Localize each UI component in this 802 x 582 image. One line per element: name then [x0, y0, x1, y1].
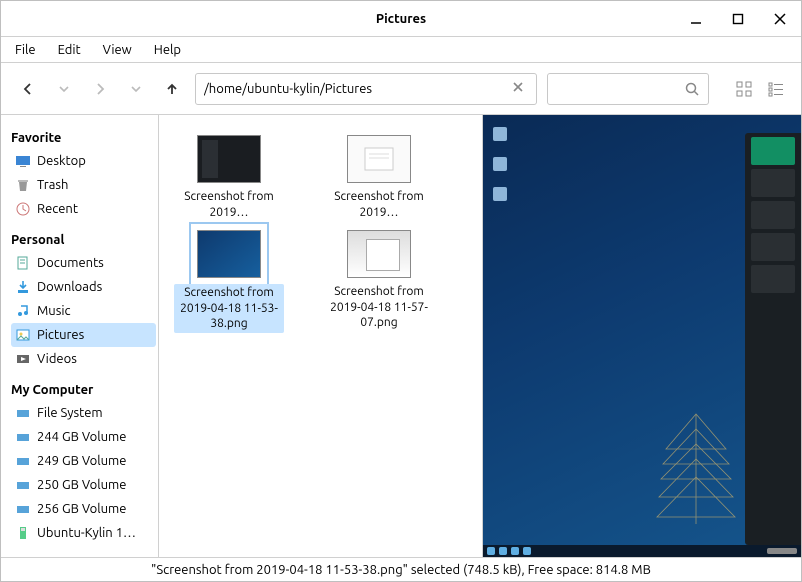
sidebar-heading-favorite: Favorite: [11, 131, 156, 145]
preview-taskbar: [483, 545, 801, 557]
documents-icon: [15, 255, 31, 271]
forward-history-button[interactable]: [123, 76, 149, 102]
sidebar-item-label: Desktop: [37, 154, 86, 168]
sidebar-item-recent[interactable]: Recent: [11, 197, 156, 221]
icon-view-button[interactable]: [733, 78, 755, 100]
sidebar-item-label: Recent: [37, 202, 78, 216]
file-label: Screenshot from 2019…: [324, 189, 434, 220]
drive-icon: [15, 477, 31, 493]
file-label: Screenshot from 2019-04-18 11-57-07.png: [324, 284, 434, 331]
sidebar-item-label: Pictures: [37, 328, 84, 342]
sidebar-item-label: 244 GB Volume: [37, 430, 126, 444]
search-input[interactable]: [547, 73, 709, 105]
sidebar-item-music[interactable]: Music: [11, 299, 156, 323]
path-input[interactable]: [204, 82, 508, 96]
sidebar-item-documents[interactable]: Documents: [11, 251, 156, 275]
sidebar-item-videos[interactable]: Videos: [11, 347, 156, 371]
sidebar-item-volume-249[interactable]: 249 GB Volume: [11, 449, 156, 473]
file-label: Screenshot from 2019-04-18 11-53-38.png: [174, 284, 284, 333]
sidebar-heading-personal: Personal: [11, 233, 156, 247]
sidebar-item-label: Music: [37, 304, 71, 318]
file-thumbnail: [347, 230, 411, 278]
sidebar-item-pictures[interactable]: Pictures: [11, 323, 156, 347]
file-tile[interactable]: Screenshot from 2019…: [319, 135, 439, 220]
sidebar-item-filesystem[interactable]: File System: [11, 401, 156, 425]
back-history-button[interactable]: [51, 76, 77, 102]
preview-side-panel: [745, 133, 801, 545]
sidebar-item-ubuntu-kylin[interactable]: Ubuntu-Kylin 1…: [11, 521, 156, 545]
sidebar-item-label: 249 GB Volume: [37, 454, 126, 468]
sidebar-item-label: 250 GB Volume: [37, 478, 126, 492]
titlebar: Pictures: [1, 1, 801, 37]
file-tile[interactable]: Screenshot from 2019…: [169, 135, 289, 220]
usb-icon: [15, 525, 31, 541]
sidebar-item-label: Trash: [37, 178, 68, 192]
sidebar-item-label: Ubuntu-Kylin 1…: [37, 526, 136, 540]
sidebar-item-trash[interactable]: Trash: [11, 173, 156, 197]
sidebar-item-volume-244[interactable]: 244 GB Volume: [11, 425, 156, 449]
sidebar-item-label: File System: [37, 406, 103, 420]
sidebar-item-volume-256[interactable]: 256 GB Volume: [11, 497, 156, 521]
file-thumbnail: [347, 135, 411, 183]
toolbar: [1, 63, 801, 115]
sidebar-item-label: Videos: [37, 352, 77, 366]
preview-pane: [483, 115, 801, 557]
drive-icon: [15, 501, 31, 517]
drive-icon: [15, 405, 31, 421]
status-bar: "Screenshot from 2019-04-18 11-53-38.png…: [1, 557, 801, 581]
menu-file[interactable]: File: [5, 39, 46, 61]
trash-icon: [15, 177, 31, 193]
menu-edit[interactable]: Edit: [48, 39, 91, 61]
pictures-icon: [15, 327, 31, 343]
back-button[interactable]: [15, 76, 41, 102]
sidebar-item-label: Documents: [37, 256, 104, 270]
drive-icon: [15, 453, 31, 469]
file-thumbnail: [197, 230, 261, 278]
sidebar-item-desktop[interactable]: Desktop: [11, 149, 156, 173]
path-input-wrapper: [195, 73, 537, 105]
downloads-icon: [15, 279, 31, 295]
file-tile[interactable]: Screenshot from 2019-04-18 11-57-07.png: [319, 230, 439, 333]
menu-view[interactable]: View: [93, 39, 142, 61]
drive-icon: [15, 429, 31, 445]
desktop-icon: [15, 153, 31, 169]
menu-help[interactable]: Help: [144, 39, 191, 61]
file-tile[interactable]: Screenshot from 2019-04-18 11-53-38.png: [169, 230, 289, 333]
music-icon: [15, 303, 31, 319]
clock-icon: [15, 201, 31, 217]
search-icon: [684, 81, 700, 97]
videos-icon: [15, 351, 31, 367]
file-label: Screenshot from 2019…: [174, 189, 284, 220]
sidebar: Favorite Desktop Trash Recent Personal D…: [1, 115, 159, 557]
window-title: Pictures: [1, 12, 801, 26]
sidebar-heading-computer: My Computer: [11, 383, 156, 397]
sidebar-item-downloads[interactable]: Downloads: [11, 275, 156, 299]
forward-button[interactable]: [87, 76, 113, 102]
wallpaper-illustration: [651, 409, 741, 529]
up-button[interactable]: [159, 76, 185, 102]
list-view-button[interactable]: [765, 78, 787, 100]
clear-path-icon[interactable]: [508, 81, 528, 96]
sidebar-item-label: Downloads: [37, 280, 102, 294]
sidebar-item-label: 256 GB Volume: [37, 502, 126, 516]
menubar: File Edit View Help: [1, 37, 801, 63]
file-thumbnail: [197, 135, 261, 183]
status-text: "Screenshot from 2019-04-18 11-53-38.png…: [151, 563, 651, 577]
sidebar-item-volume-250[interactable]: 250 GB Volume: [11, 473, 156, 497]
file-grid[interactable]: Screenshot from 2019… Screenshot from 20…: [159, 115, 483, 557]
